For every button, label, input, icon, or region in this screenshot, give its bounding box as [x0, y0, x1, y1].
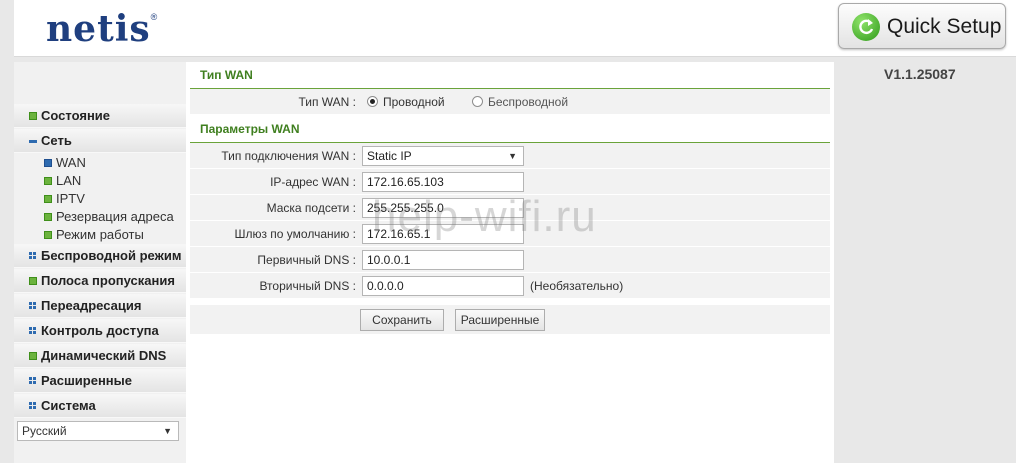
green-square-icon: [29, 112, 37, 120]
green-square-icon: [44, 213, 52, 221]
sidebar-item-label: Система: [41, 398, 96, 413]
green-square-icon: [44, 195, 52, 203]
sidebar-item-access-control[interactable]: Контроль доступа: [14, 319, 186, 343]
grid-icon: [29, 302, 37, 310]
sidebar-subitem-label: Резервация адреса: [56, 209, 174, 224]
sidebar-nav: Состояние Сеть WAN LAN IPTV Резервация а…: [14, 62, 186, 463]
primary-dns-row: Первичный DNS : 10.0.0.1: [190, 247, 830, 273]
green-square-icon: [29, 277, 37, 285]
subnet-mask-input[interactable]: 255.255.255.0: [362, 198, 524, 218]
refresh-icon: [852, 13, 880, 41]
primary-dns-label: Первичный DNS :: [257, 253, 356, 267]
sidebar-item-network[interactable]: Сеть: [14, 129, 186, 153]
sidebar-item-wireless[interactable]: Беспроводной режим: [14, 244, 186, 268]
minus-icon: [29, 140, 37, 143]
chevron-down-icon: ▼: [163, 426, 172, 436]
sidebar-item-ddns[interactable]: Динамический DNS: [14, 344, 186, 368]
secondary-dns-label: Вторичный DNS :: [259, 279, 356, 293]
sidebar-subitem-label: WAN: [56, 155, 86, 170]
wan-ip-row: IP-адрес WAN : 172.16.65.103: [190, 169, 830, 195]
wan-type-label: Тип WAN :: [298, 95, 356, 109]
quick-setup-button[interactable]: Quick Setup: [838, 3, 1006, 49]
connection-type-row: Тип подключения WAN : Static IP ▼: [190, 143, 830, 169]
grid-icon: [29, 377, 37, 385]
secondary-dns-row: Вторичный DNS : 0.0.0.0 (Необязательно): [190, 273, 830, 299]
wired-radio-label: Проводной: [383, 95, 445, 109]
sidebar-subitem-label: LAN: [56, 173, 82, 188]
logo-text: netis: [46, 8, 151, 50]
sidebar-item-label: Динамический DNS: [41, 348, 167, 363]
main-content: Тип WAN Тип WAN : Проводной Беспроводной…: [186, 62, 834, 463]
firmware-version: V1.1.25087: [884, 66, 956, 82]
connection-type-value: Static IP: [367, 149, 412, 163]
sidebar-subitem-label: IPTV: [56, 191, 85, 206]
wired-radio[interactable]: [367, 96, 378, 107]
sidebar-subitem-lan[interactable]: LAN: [14, 172, 186, 190]
sidebar-subitem-address-reservation[interactable]: Резервация адреса: [14, 208, 186, 226]
optional-hint: (Необязательно): [530, 279, 624, 293]
sidebar-item-label: Сеть: [41, 133, 72, 148]
sidebar-subitem-wan[interactable]: WAN: [14, 154, 186, 172]
green-square-icon: [44, 177, 52, 185]
sidebar-subitem-label: Режим работы: [56, 227, 144, 242]
sidebar-item-label: Переадресация: [41, 298, 142, 313]
subnet-mask-row: Маска подсети : 255.255.255.0: [190, 195, 830, 221]
sidebar-item-forwarding[interactable]: Переадресация: [14, 294, 186, 318]
language-value: Русский: [22, 424, 67, 438]
wan-ip-label: IP-адрес WAN :: [270, 175, 356, 189]
section-title-wan-type: Тип WAN: [190, 62, 830, 89]
advanced-button[interactable]: Расширенные: [455, 309, 545, 331]
language-select[interactable]: Русский ▼: [17, 421, 179, 441]
button-row: Сохранить Расширенные: [190, 305, 830, 334]
green-square-icon: [44, 231, 52, 239]
subnet-mask-label: Маска подсети :: [266, 201, 356, 215]
secondary-dns-input[interactable]: 0.0.0.0: [362, 276, 524, 296]
sidebar-item-label: Полоса пропускания: [41, 273, 175, 288]
primary-dns-input[interactable]: 10.0.0.1: [362, 250, 524, 270]
save-button[interactable]: Сохранить: [360, 309, 444, 331]
sidebar-item-label: Беспроводной режим: [41, 248, 182, 263]
section-title-wan-params: Параметры WAN: [190, 116, 830, 143]
wan-type-row: Тип WAN : Проводной Беспроводной: [190, 89, 830, 115]
sidebar-item-label: Состояние: [41, 108, 111, 123]
gateway-input[interactable]: 172.16.65.1: [362, 224, 524, 244]
grid-icon: [29, 327, 37, 335]
grid-icon: [29, 402, 37, 410]
sidebar-item-advanced[interactable]: Расширенные: [14, 369, 186, 393]
netis-logo: netis®: [46, 8, 158, 50]
header-bar: netis® Quick Setup: [14, 0, 1016, 57]
wireless-radio-label: Беспроводной: [488, 95, 569, 109]
connection-type-select[interactable]: Static IP ▼: [362, 146, 524, 166]
sidebar-item-bandwidth[interactable]: Полоса пропускания: [14, 269, 186, 293]
sidebar-subitem-operation-mode[interactable]: Режим работы: [14, 226, 186, 244]
sidebar-item-status[interactable]: Состояние: [14, 104, 186, 128]
wireless-radio[interactable]: [472, 96, 483, 107]
gateway-label: Шлюз по умолчанию :: [234, 227, 356, 241]
sidebar-item-label: Расширенные: [41, 373, 132, 388]
quick-setup-label: Quick Setup: [887, 15, 1002, 38]
registered-mark: ®: [150, 12, 159, 22]
sidebar-subitem-iptv[interactable]: IPTV: [14, 190, 186, 208]
active-bullet-icon: [44, 159, 52, 167]
chevron-down-icon: ▼: [508, 151, 517, 161]
sidebar-item-label: Контроль доступа: [41, 323, 159, 338]
connection-type-label: Тип подключения WAN :: [221, 149, 356, 163]
green-square-icon: [29, 352, 37, 360]
sidebar-item-system[interactable]: Система: [14, 394, 186, 418]
grid-icon: [29, 252, 37, 260]
wan-ip-input[interactable]: 172.16.65.103: [362, 172, 524, 192]
gateway-row: Шлюз по умолчанию : 172.16.65.1: [190, 221, 830, 247]
